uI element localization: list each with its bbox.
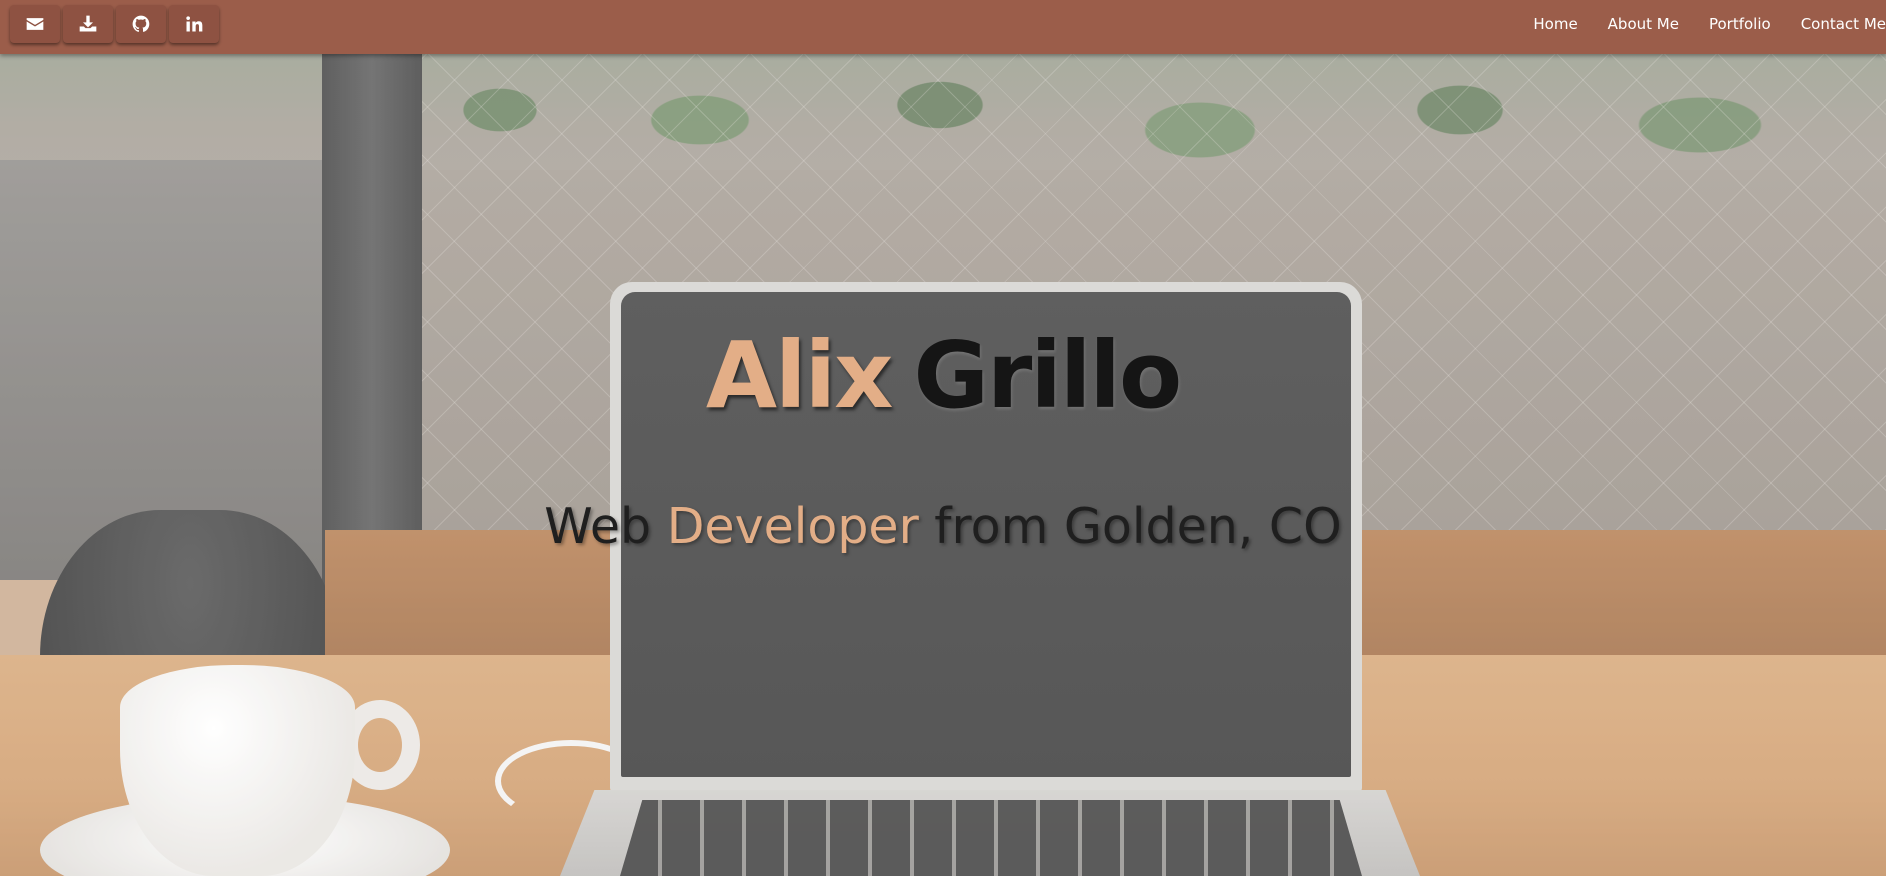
hero-subtitle: Web Developer from Golden, CO: [0, 502, 1886, 551]
navbar: Home About Me Portfolio Contact Me: [0, 0, 1886, 54]
hero-last-name: Grillo: [913, 322, 1182, 429]
nav-link-about-me[interactable]: About Me: [1608, 15, 1679, 33]
nav-link-portfolio[interactable]: Portfolio: [1709, 15, 1771, 33]
nav-links: Home About Me Portfolio Contact Me: [1503, 0, 1886, 48]
hero-section: Alix Grillo Web Developer from Golden, CO: [0, 0, 1886, 876]
linkedin-icon: [186, 16, 203, 32]
hero-overlay: [0, 0, 1886, 876]
nav-link-contact-me[interactable]: Contact Me: [1801, 15, 1886, 33]
linkedin-button[interactable]: [169, 5, 219, 43]
download-button[interactable]: [63, 5, 113, 43]
github-button[interactable]: [116, 5, 166, 43]
nav-link-home[interactable]: Home: [1533, 15, 1577, 33]
download-icon: [79, 15, 97, 32]
github-icon: [132, 15, 150, 32]
envelope-icon: [26, 18, 44, 30]
hero-first-name: Alix: [705, 322, 894, 429]
hero-subtitle-suffix: from Golden, CO: [934, 498, 1342, 555]
email-button[interactable]: [10, 5, 60, 43]
hero-subtitle-prefix: Web: [544, 498, 652, 555]
hero-title: Alix Grillo: [0, 330, 1886, 422]
hero-subtitle-accent: Developer: [666, 498, 919, 555]
social-icon-group: [10, 5, 219, 43]
